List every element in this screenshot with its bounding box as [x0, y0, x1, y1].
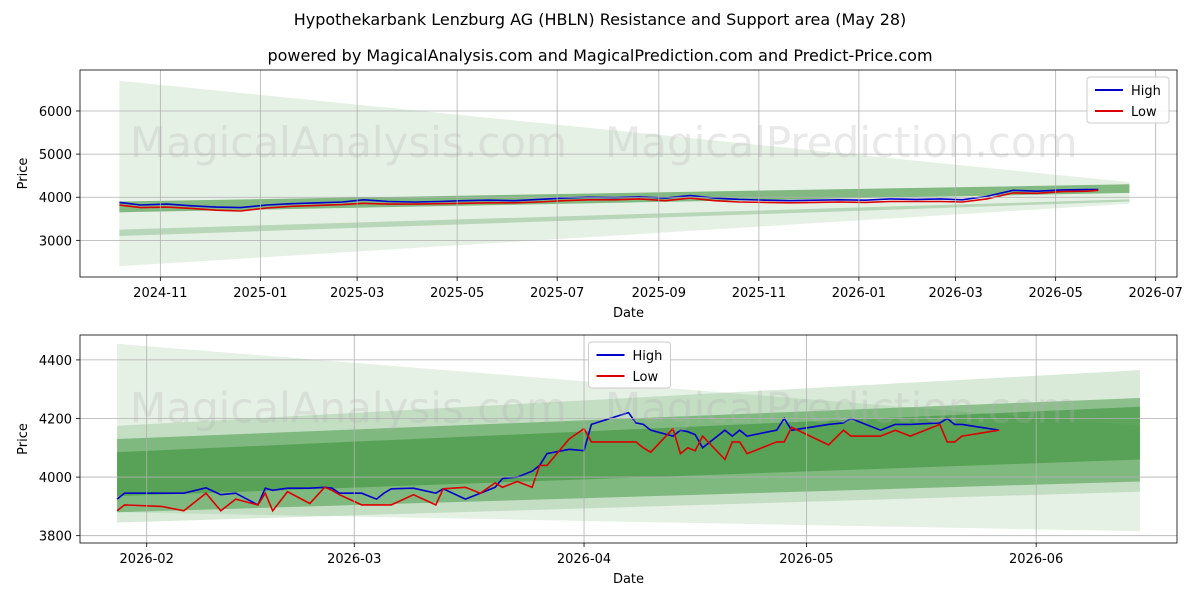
legend-label-high: High	[633, 349, 663, 364]
y-axis-label: Price	[16, 158, 31, 190]
legend: High Low	[1086, 76, 1170, 124]
y-tick-label: 4200	[39, 412, 72, 427]
x-tick-label: 2026-06	[1009, 552, 1063, 567]
x-tick-label: 2026-03	[327, 552, 381, 567]
support-resistance-band-1	[119, 80, 1130, 267]
watermark-text: MagicalAnalysis.com	[130, 118, 567, 167]
x-tick-label: 2026-04	[557, 552, 611, 567]
legend-label-low: Low	[633, 370, 659, 385]
x-tick-label: 2025-07	[530, 286, 584, 301]
watermark-text: MagicalPrediction.com	[605, 118, 1078, 167]
x-tick-label: 2026-07	[1129, 286, 1183, 301]
x-tick-label: 2025-01	[233, 286, 287, 301]
x-tick-label: 2024-11	[133, 286, 187, 301]
watermark-text: MagicalPrediction.com	[605, 383, 1078, 432]
watermark-text: MagicalAnalysis.com	[130, 383, 567, 432]
x-tick-label: 2026-05	[1028, 286, 1082, 301]
legend: High Low	[588, 341, 671, 389]
x-axis-label: Date	[613, 306, 644, 321]
x-tick-label: 2025-11	[732, 286, 786, 301]
x-tick-label: 2026-02	[120, 552, 174, 567]
x-tick-label: 2026-05	[779, 552, 833, 567]
y-tick-label: 3000	[39, 234, 72, 249]
y-tick-label: 6000	[39, 105, 72, 120]
chart-panel-1: 2024-11 2025-01 2025-03 2025-05 2025-07 2025-…	[16, 69, 1183, 321]
y-axis-label: Price	[16, 423, 31, 455]
x-tick-label: 2026-03	[928, 286, 982, 301]
y-tick-label: 4000	[39, 471, 72, 486]
plot-area	[119, 80, 1130, 267]
x-tick-label: 2025-03	[330, 286, 384, 301]
y-tick-label: 3800	[39, 530, 72, 545]
chart-panel-2: 2026-02 2026-03 2026-04 2026-05 2026-06 3800 4…	[16, 334, 1178, 587]
y-tick-label: 5000	[39, 148, 72, 163]
y-tick-label: 4400	[39, 354, 72, 369]
x-tick-label: 2025-05	[430, 286, 484, 301]
legend-label-low: Low	[1131, 105, 1157, 120]
x-axis-label: Date	[613, 572, 644, 587]
legend-label-high: High	[1131, 84, 1161, 99]
x-tick-label: 2025-09	[632, 286, 686, 301]
charts-canvas: 2024-11 2025-01 2025-03 2025-05 2025-07 2025-…	[16, 69, 1183, 587]
x-tick-label: 2026-01	[832, 286, 886, 301]
y-tick-label: 4000	[39, 191, 72, 206]
